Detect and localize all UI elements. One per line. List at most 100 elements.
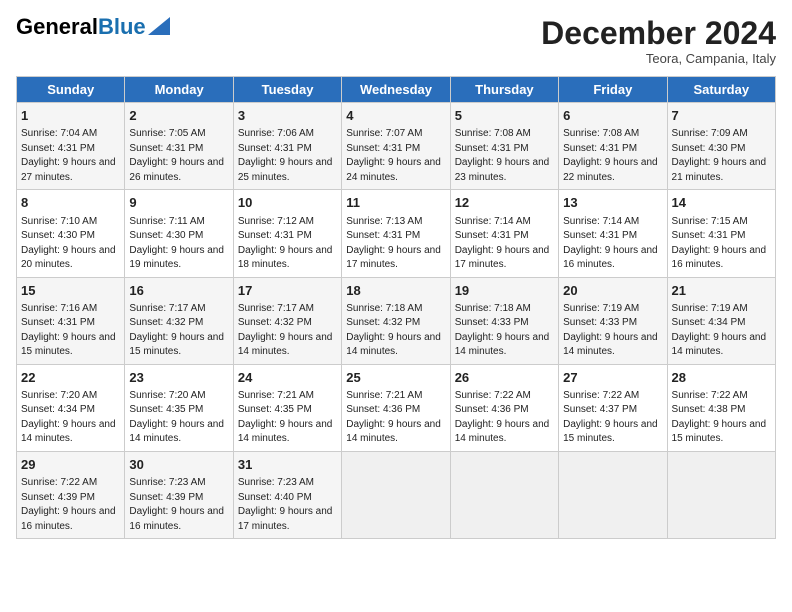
table-row: 9 Sunrise: 7:11 AMSunset: 4:30 PMDayligh… bbox=[125, 190, 233, 277]
day-info: Sunrise: 7:20 AMSunset: 4:34 PMDaylight:… bbox=[21, 390, 116, 445]
day-number: 11 bbox=[346, 194, 445, 212]
col-friday: Friday bbox=[559, 77, 667, 103]
col-wednesday: Wednesday bbox=[342, 77, 450, 103]
logo-general: General bbox=[16, 14, 98, 39]
day-info: Sunrise: 7:18 AMSunset: 4:33 PMDaylight:… bbox=[455, 303, 550, 358]
table-row: 3 Sunrise: 7:06 AMSunset: 4:31 PMDayligh… bbox=[233, 103, 341, 190]
table-row: 26 Sunrise: 7:22 AMSunset: 4:36 PMDaylig… bbox=[450, 364, 558, 451]
day-number: 23 bbox=[129, 369, 228, 387]
header: GeneralBlue December 2024 Teora, Campani… bbox=[16, 16, 776, 66]
table-row: 31 Sunrise: 7:23 AMSunset: 4:40 PMDaylig… bbox=[233, 451, 341, 538]
day-info: Sunrise: 7:22 AMSunset: 4:37 PMDaylight:… bbox=[563, 390, 658, 445]
day-number: 17 bbox=[238, 282, 337, 300]
day-info: Sunrise: 7:09 AMSunset: 4:30 PMDaylight:… bbox=[672, 128, 767, 183]
table-row: 27 Sunrise: 7:22 AMSunset: 4:37 PMDaylig… bbox=[559, 364, 667, 451]
day-info: Sunrise: 7:20 AMSunset: 4:35 PMDaylight:… bbox=[129, 390, 224, 445]
header-row: Sunday Monday Tuesday Wednesday Thursday… bbox=[17, 77, 776, 103]
table-row: 1 Sunrise: 7:04 AMSunset: 4:31 PMDayligh… bbox=[17, 103, 125, 190]
day-number: 18 bbox=[346, 282, 445, 300]
table-row: 4 Sunrise: 7:07 AMSunset: 4:31 PMDayligh… bbox=[342, 103, 450, 190]
page-container: GeneralBlue December 2024 Teora, Campani… bbox=[0, 0, 792, 547]
day-number: 2 bbox=[129, 107, 228, 125]
table-row: 18 Sunrise: 7:18 AMSunset: 4:32 PMDaylig… bbox=[342, 277, 450, 364]
day-number: 1 bbox=[21, 107, 120, 125]
col-tuesday: Tuesday bbox=[233, 77, 341, 103]
calendar-body: 1 Sunrise: 7:04 AMSunset: 4:31 PMDayligh… bbox=[17, 103, 776, 539]
day-info: Sunrise: 7:21 AMSunset: 4:35 PMDaylight:… bbox=[238, 390, 333, 445]
table-row: 17 Sunrise: 7:17 AMSunset: 4:32 PMDaylig… bbox=[233, 277, 341, 364]
logo: GeneralBlue bbox=[16, 16, 170, 38]
calendar-week-row: 22 Sunrise: 7:20 AMSunset: 4:34 PMDaylig… bbox=[17, 364, 776, 451]
table-row bbox=[667, 451, 775, 538]
month-title: December 2024 bbox=[541, 16, 776, 51]
table-row bbox=[342, 451, 450, 538]
day-info: Sunrise: 7:05 AMSunset: 4:31 PMDaylight:… bbox=[129, 128, 224, 183]
day-number: 24 bbox=[238, 369, 337, 387]
day-info: Sunrise: 7:13 AMSunset: 4:31 PMDaylight:… bbox=[346, 216, 441, 271]
table-row: 16 Sunrise: 7:17 AMSunset: 4:32 PMDaylig… bbox=[125, 277, 233, 364]
day-number: 12 bbox=[455, 194, 554, 212]
col-saturday: Saturday bbox=[667, 77, 775, 103]
day-info: Sunrise: 7:22 AMSunset: 4:39 PMDaylight:… bbox=[21, 477, 116, 532]
table-row: 7 Sunrise: 7:09 AMSunset: 4:30 PMDayligh… bbox=[667, 103, 775, 190]
day-info: Sunrise: 7:12 AMSunset: 4:31 PMDaylight:… bbox=[238, 216, 333, 271]
day-number: 6 bbox=[563, 107, 662, 125]
table-row: 14 Sunrise: 7:15 AMSunset: 4:31 PMDaylig… bbox=[667, 190, 775, 277]
day-info: Sunrise: 7:14 AMSunset: 4:31 PMDaylight:… bbox=[563, 216, 658, 271]
day-info: Sunrise: 7:15 AMSunset: 4:31 PMDaylight:… bbox=[672, 216, 767, 271]
day-number: 14 bbox=[672, 194, 771, 212]
day-info: Sunrise: 7:17 AMSunset: 4:32 PMDaylight:… bbox=[238, 303, 333, 358]
day-number: 7 bbox=[672, 107, 771, 125]
day-info: Sunrise: 7:22 AMSunset: 4:38 PMDaylight:… bbox=[672, 390, 767, 445]
col-monday: Monday bbox=[125, 77, 233, 103]
day-number: 16 bbox=[129, 282, 228, 300]
day-number: 15 bbox=[21, 282, 120, 300]
table-row bbox=[450, 451, 558, 538]
day-number: 20 bbox=[563, 282, 662, 300]
day-info: Sunrise: 7:04 AMSunset: 4:31 PMDaylight:… bbox=[21, 128, 116, 183]
table-row: 28 Sunrise: 7:22 AMSunset: 4:38 PMDaylig… bbox=[667, 364, 775, 451]
col-thursday: Thursday bbox=[450, 77, 558, 103]
calendar-table: Sunday Monday Tuesday Wednesday Thursday… bbox=[16, 76, 776, 539]
day-number: 4 bbox=[346, 107, 445, 125]
day-info: Sunrise: 7:08 AMSunset: 4:31 PMDaylight:… bbox=[455, 128, 550, 183]
table-row: 12 Sunrise: 7:14 AMSunset: 4:31 PMDaylig… bbox=[450, 190, 558, 277]
day-info: Sunrise: 7:11 AMSunset: 4:30 PMDaylight:… bbox=[129, 216, 224, 271]
calendar-week-row: 1 Sunrise: 7:04 AMSunset: 4:31 PMDayligh… bbox=[17, 103, 776, 190]
day-info: Sunrise: 7:10 AMSunset: 4:30 PMDaylight:… bbox=[21, 216, 116, 271]
day-info: Sunrise: 7:17 AMSunset: 4:32 PMDaylight:… bbox=[129, 303, 224, 358]
day-info: Sunrise: 7:18 AMSunset: 4:32 PMDaylight:… bbox=[346, 303, 441, 358]
day-number: 28 bbox=[672, 369, 771, 387]
logo-arrow-icon bbox=[148, 17, 170, 35]
day-info: Sunrise: 7:14 AMSunset: 4:31 PMDaylight:… bbox=[455, 216, 550, 271]
table-row: 8 Sunrise: 7:10 AMSunset: 4:30 PMDayligh… bbox=[17, 190, 125, 277]
day-number: 27 bbox=[563, 369, 662, 387]
day-number: 10 bbox=[238, 194, 337, 212]
day-number: 31 bbox=[238, 456, 337, 474]
table-row: 15 Sunrise: 7:16 AMSunset: 4:31 PMDaylig… bbox=[17, 277, 125, 364]
table-row: 22 Sunrise: 7:20 AMSunset: 4:34 PMDaylig… bbox=[17, 364, 125, 451]
day-info: Sunrise: 7:22 AMSunset: 4:36 PMDaylight:… bbox=[455, 390, 550, 445]
day-number: 21 bbox=[672, 282, 771, 300]
day-number: 25 bbox=[346, 369, 445, 387]
day-number: 3 bbox=[238, 107, 337, 125]
day-number: 30 bbox=[129, 456, 228, 474]
day-info: Sunrise: 7:16 AMSunset: 4:31 PMDaylight:… bbox=[21, 303, 116, 358]
logo-blue: Blue bbox=[98, 14, 146, 39]
day-number: 13 bbox=[563, 194, 662, 212]
day-info: Sunrise: 7:06 AMSunset: 4:31 PMDaylight:… bbox=[238, 128, 333, 183]
table-row: 23 Sunrise: 7:20 AMSunset: 4:35 PMDaylig… bbox=[125, 364, 233, 451]
day-number: 8 bbox=[21, 194, 120, 212]
col-sunday: Sunday bbox=[17, 77, 125, 103]
day-info: Sunrise: 7:19 AMSunset: 4:33 PMDaylight:… bbox=[563, 303, 658, 358]
day-number: 29 bbox=[21, 456, 120, 474]
calendar-week-row: 15 Sunrise: 7:16 AMSunset: 4:31 PMDaylig… bbox=[17, 277, 776, 364]
table-row: 11 Sunrise: 7:13 AMSunset: 4:31 PMDaylig… bbox=[342, 190, 450, 277]
day-number: 22 bbox=[21, 369, 120, 387]
title-block: December 2024 Teora, Campania, Italy bbox=[541, 16, 776, 66]
table-row: 2 Sunrise: 7:05 AMSunset: 4:31 PMDayligh… bbox=[125, 103, 233, 190]
calendar-header: Sunday Monday Tuesday Wednesday Thursday… bbox=[17, 77, 776, 103]
table-row: 20 Sunrise: 7:19 AMSunset: 4:33 PMDaylig… bbox=[559, 277, 667, 364]
table-row: 6 Sunrise: 7:08 AMSunset: 4:31 PMDayligh… bbox=[559, 103, 667, 190]
day-info: Sunrise: 7:07 AMSunset: 4:31 PMDaylight:… bbox=[346, 128, 441, 183]
